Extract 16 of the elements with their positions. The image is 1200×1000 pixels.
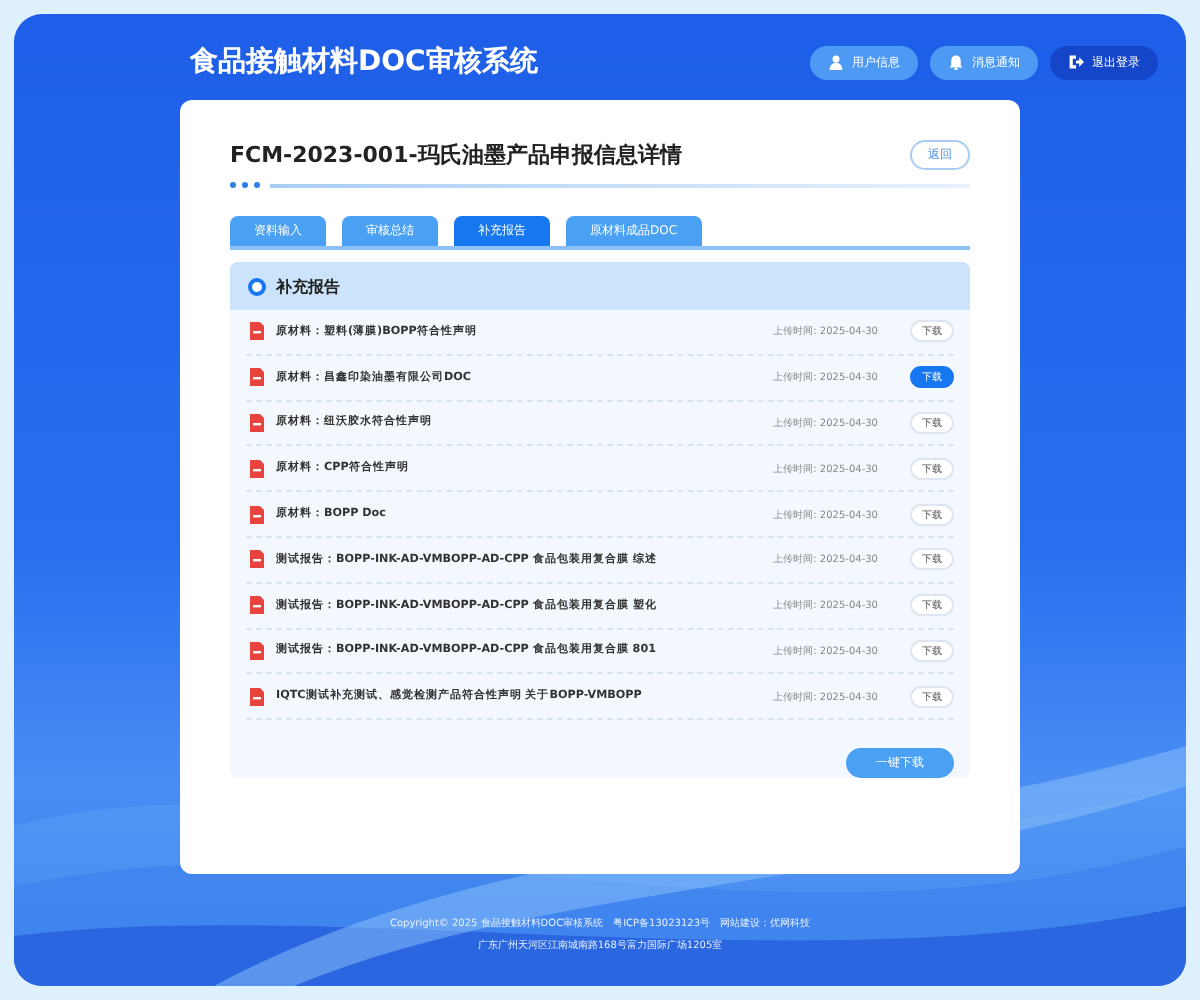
file-icon bbox=[250, 368, 264, 387]
file-icon bbox=[250, 641, 264, 660]
circle-icon bbox=[248, 277, 266, 295]
bell-icon bbox=[948, 54, 964, 70]
file-icon bbox=[250, 550, 264, 569]
file-icon bbox=[250, 505, 264, 524]
logout-icon bbox=[1068, 54, 1084, 70]
file-icon bbox=[250, 413, 264, 432]
section-title: 补充报告 bbox=[276, 275, 340, 297]
user-icon bbox=[828, 54, 844, 70]
app-title: 食品接触材料DOC审核系统 bbox=[190, 44, 540, 80]
file-icon bbox=[250, 596, 264, 615]
page-title: FCM-2023-001-玛氏油墨产品申报信息详情 bbox=[230, 140, 682, 170]
file-icon bbox=[250, 459, 264, 478]
file-icon bbox=[250, 322, 264, 341]
file-icon bbox=[250, 687, 264, 706]
